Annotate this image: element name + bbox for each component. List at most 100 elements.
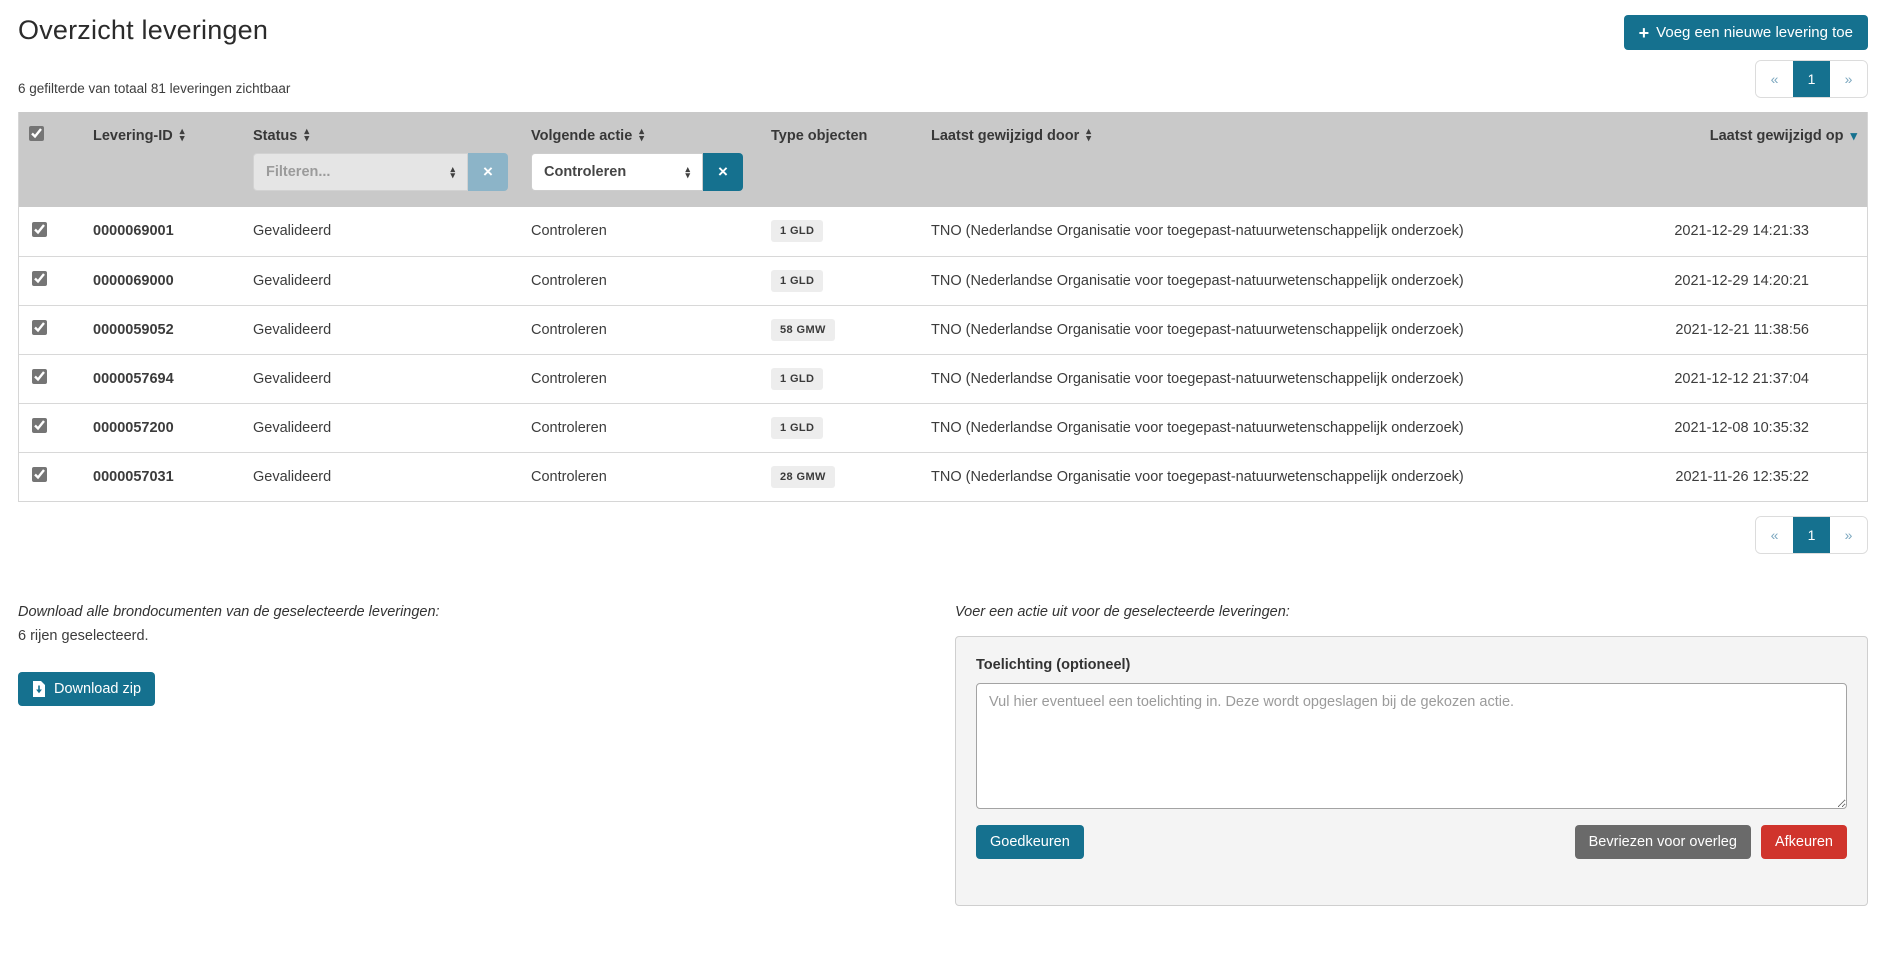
status-filter-clear-button[interactable]: × xyxy=(468,153,508,191)
table-row[interactable]: 0000069000 Gevalideerd Controleren 1 GLD… xyxy=(19,256,1867,305)
table-row[interactable]: 0000057694 Gevalideerd Controleren 1 GLD… xyxy=(19,354,1867,403)
row-checkbox[interactable] xyxy=(32,222,47,237)
gewijzigd-door-cell: TNO (Nederlandse Organisatie voor toegep… xyxy=(921,256,1637,305)
status-filter-select[interactable]: Filteren... ▴▾ xyxy=(253,153,468,191)
download-instruction: Download alle brondocumenten van de gese… xyxy=(18,604,955,620)
volgende-actie-cell: Controleren xyxy=(521,207,761,256)
volgende-actie-filter-select[interactable]: Controleren ▴▾ xyxy=(531,153,703,191)
volgende-actie-cell: Controleren xyxy=(521,403,761,452)
volgende-actie-cell: Controleren xyxy=(521,452,761,501)
deliveries-table-wrap: Levering-ID ▴▾ Status ▴▾ Volgende actie xyxy=(18,112,1868,502)
sort-icon: ▴▾ xyxy=(1086,129,1091,142)
pagination-next-button[interactable]: » xyxy=(1830,517,1867,553)
status-cell: Gevalideerd xyxy=(243,354,521,403)
volgende-actie-filter-group: Controleren ▴▾ × xyxy=(531,153,743,191)
pagination-top: « 1 » xyxy=(1755,60,1868,98)
row-checkbox[interactable] xyxy=(32,467,47,482)
column-header-status[interactable]: Status ▴▾ xyxy=(253,128,309,144)
bottom-section: Download alle brondocumenten van de gese… xyxy=(18,604,1868,906)
volgende-actie-cell: Controleren xyxy=(521,305,761,354)
row-checkbox[interactable] xyxy=(32,418,47,433)
volgende-actie-filter-clear-button[interactable]: × xyxy=(703,153,743,191)
table-row[interactable]: 0000069001 Gevalideerd Controleren 1 GLD… xyxy=(19,207,1867,256)
sort-icon: ▴▾ xyxy=(180,129,185,142)
filter-summary: 6 gefilterde van totaal 81 leveringen zi… xyxy=(18,81,290,98)
reject-button[interactable]: Afkeuren xyxy=(1761,825,1847,859)
header-bar: Overzicht leveringen + Voeg een nieuwe l… xyxy=(18,0,1868,50)
select-caret-icon: ▴▾ xyxy=(450,166,455,178)
table-row[interactable]: 0000059052 Gevalideerd Controleren 58 GM… xyxy=(19,305,1867,354)
column-header-volgende-actie[interactable]: Volgende actie ▴▾ xyxy=(531,128,644,144)
status-cell: Gevalideerd xyxy=(243,305,521,354)
levering-id-cell: 0000057031 xyxy=(83,452,243,501)
table-row[interactable]: 0000057031 Gevalideerd Controleren 28 GM… xyxy=(19,452,1867,501)
pagination-prev-button[interactable]: « xyxy=(1756,517,1793,553)
page: Overzicht leveringen + Voeg een nieuwe l… xyxy=(0,0,1886,906)
status-cell: Gevalideerd xyxy=(243,403,521,452)
page-title: Overzicht leveringen xyxy=(18,15,268,46)
freeze-button[interactable]: Bevriezen voor overleg xyxy=(1575,825,1751,859)
download-section: Download alle brondocumenten van de gese… xyxy=(18,604,955,706)
gewijzigd-op-cell: 2021-11-26 12:35:22 xyxy=(1637,452,1867,501)
type-objecten-badge: 58 GMW xyxy=(771,319,835,341)
levering-id-cell: 0000059052 xyxy=(83,305,243,354)
select-caret-icon: ▴▾ xyxy=(685,166,690,178)
row-checkbox[interactable] xyxy=(32,369,47,384)
pagination-page-1[interactable]: 1 xyxy=(1793,517,1830,553)
pagination-page-1[interactable]: 1 xyxy=(1793,61,1830,97)
type-objecten-badge: 28 GMW xyxy=(771,466,835,488)
table-row[interactable]: 0000057200 Gevalideerd Controleren 1 GLD… xyxy=(19,403,1867,452)
plus-icon: + xyxy=(1639,26,1650,40)
pagination-bottom-row: « 1 » xyxy=(18,516,1868,554)
gewijzigd-door-cell: TNO (Nederlandse Organisatie voor toegep… xyxy=(921,354,1637,403)
gewijzigd-door-cell: TNO (Nederlandse Organisatie voor toegep… xyxy=(921,452,1637,501)
sort-icon: ▴▾ xyxy=(304,129,309,142)
gewijzigd-op-cell: 2021-12-29 14:20:21 xyxy=(1637,256,1867,305)
type-objecten-badge: 1 GLD xyxy=(771,368,823,390)
download-zip-label: Download zip xyxy=(54,681,141,697)
type-objecten-badge: 1 GLD xyxy=(771,417,823,439)
row-checkbox[interactable] xyxy=(32,320,47,335)
download-zip-button[interactable]: Download zip xyxy=(18,672,155,706)
levering-id-cell: 0000057694 xyxy=(83,354,243,403)
clear-icon: × xyxy=(483,162,493,182)
toelichting-label: Toelichting (optioneel) xyxy=(976,657,1130,673)
gewijzigd-op-cell: 2021-12-08 10:35:32 xyxy=(1637,403,1867,452)
deliveries-table: Levering-ID ▴▾ Status ▴▾ Volgende actie xyxy=(19,112,1867,501)
row-checkbox[interactable] xyxy=(32,271,47,286)
approve-button[interactable]: Goedkeuren xyxy=(976,825,1084,859)
levering-id-cell: 0000069001 xyxy=(83,207,243,256)
toelichting-textarea[interactable] xyxy=(976,683,1847,809)
column-header-type-objecten: Type objecten xyxy=(771,128,867,144)
action-buttons-row: Goedkeuren Bevriezen voor overleg Afkeur… xyxy=(976,825,1847,859)
volgende-actie-cell: Controleren xyxy=(521,256,761,305)
action-section: Voer een actie uit voor de geselecteerde… xyxy=(955,604,1868,906)
gewijzigd-door-cell: TNO (Nederlandse Organisatie voor toegep… xyxy=(921,305,1637,354)
pagination-prev-button[interactable]: « xyxy=(1756,61,1793,97)
add-delivery-label: Voeg een nieuwe levering toe xyxy=(1656,24,1853,41)
levering-id-cell: 0000057200 xyxy=(83,403,243,452)
gewijzigd-door-cell: TNO (Nederlandse Organisatie voor toegep… xyxy=(921,207,1637,256)
column-header-levering-id[interactable]: Levering-ID ▴▾ xyxy=(93,128,185,144)
type-objecten-badge: 1 GLD xyxy=(771,270,823,292)
status-cell: Gevalideerd xyxy=(243,452,521,501)
type-objecten-badge: 1 GLD xyxy=(771,220,823,242)
levering-id-cell: 0000069000 xyxy=(83,256,243,305)
sort-descending-icon: ▾ xyxy=(1850,131,1857,141)
action-instruction: Voer een actie uit voor de geselecteerde… xyxy=(955,604,1868,620)
column-header-gewijzigd-op[interactable]: Laatst gewijzigd op ▾ xyxy=(1710,128,1857,144)
status-cell: Gevalideerd xyxy=(243,207,521,256)
select-all-checkbox[interactable] xyxy=(29,126,44,141)
action-panel: Toelichting (optioneel) Goedkeuren Bevri… xyxy=(955,636,1868,906)
column-header-gewijzigd-door[interactable]: Laatst gewijzigd door ▴▾ xyxy=(931,128,1091,144)
add-delivery-button[interactable]: + Voeg een nieuwe levering toe xyxy=(1624,15,1868,50)
gewijzigd-door-cell: TNO (Nederlandse Organisatie voor toegep… xyxy=(921,403,1637,452)
meta-row: 6 gefilterde van totaal 81 leveringen zi… xyxy=(18,60,1868,98)
pagination-next-button[interactable]: » xyxy=(1830,61,1867,97)
gewijzigd-op-cell: 2021-12-29 14:21:33 xyxy=(1637,207,1867,256)
gewijzigd-op-cell: 2021-12-12 21:37:04 xyxy=(1637,354,1867,403)
clear-icon: × xyxy=(718,162,728,182)
pagination-bottom: « 1 » xyxy=(1755,516,1868,554)
volgende-actie-cell: Controleren xyxy=(521,354,761,403)
selection-count: 6 rijen geselecteerd. xyxy=(18,628,955,644)
